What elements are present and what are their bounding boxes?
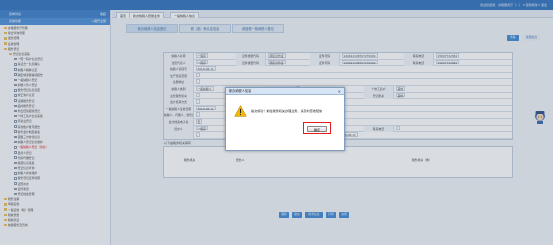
close-icon[interactable]: ✕: [338, 88, 341, 95]
dialog-title: 新办纳税人信息: [229, 89, 252, 93]
warning-icon: [234, 105, 247, 117]
ok-button-highlight: 确定: [303, 122, 331, 134]
dialog-message: 提交成功！前往税务机关办理业务，请及时查收短信: [251, 109, 323, 113]
dialog-header: 新办纳税人信息 ✕: [226, 88, 344, 95]
ok-button[interactable]: 确定: [307, 125, 327, 132]
confirm-dialog: 新办纳税人信息 ✕ 提交成功！前往税务机关办理业务，请及时查收短信 确定: [225, 87, 345, 151]
